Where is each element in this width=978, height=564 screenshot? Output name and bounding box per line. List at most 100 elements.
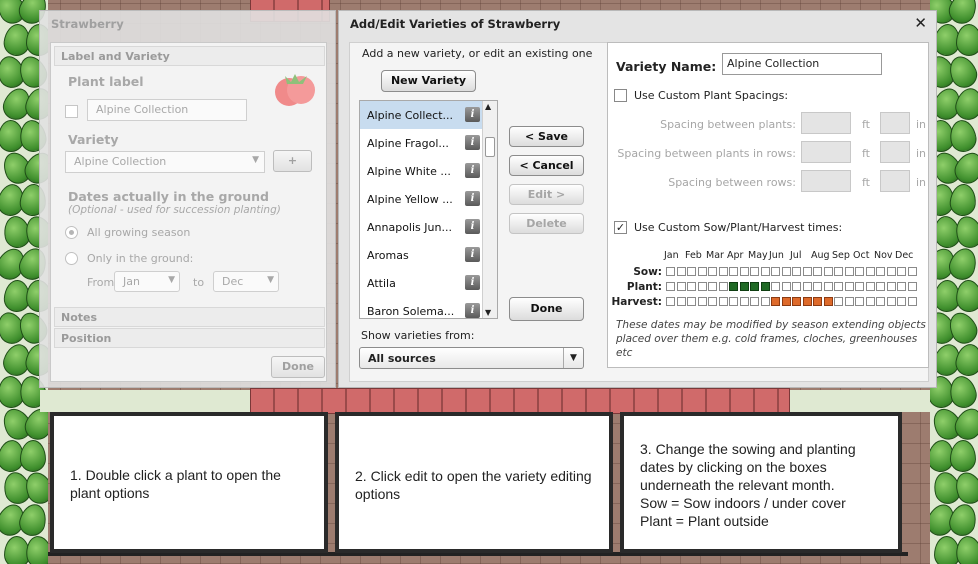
calendar-cell[interactable] <box>865 297 875 306</box>
calendar-cell[interactable] <box>886 267 896 276</box>
close-icon[interactable]: ✕ <box>914 14 927 32</box>
calendar-cell[interactable] <box>739 267 749 276</box>
calendar-cell[interactable] <box>813 297 822 306</box>
info-icon[interactable]: i <box>465 107 480 122</box>
info-icon[interactable]: i <box>465 247 480 262</box>
calendar-cell[interactable] <box>865 267 875 276</box>
variety-list-scrollbar[interactable]: ▲ ▼ <box>482 101 497 318</box>
calendar-cell[interactable] <box>739 297 749 306</box>
calendar-cell[interactable] <box>823 282 833 291</box>
plant-label-checkbox[interactable] <box>65 105 78 118</box>
spacing-ft-input[interactable] <box>801 170 851 192</box>
spacing-in-input[interactable] <box>880 170 910 192</box>
calendar-cell[interactable] <box>729 297 738 306</box>
calendar-cell[interactable] <box>834 267 843 276</box>
to-month-select[interactable]: Dec ▼ <box>213 271 279 292</box>
calendar-cell[interactable] <box>876 267 885 276</box>
list-item[interactable]: Attila i <box>360 269 482 297</box>
plant-done-button[interactable]: Done <box>271 356 325 378</box>
calendar-cell[interactable] <box>729 267 738 276</box>
calendar-cell[interactable] <box>876 282 885 291</box>
calendar-cell[interactable] <box>781 297 791 306</box>
delete-button[interactable]: Delete <box>509 213 584 234</box>
info-icon[interactable]: i <box>465 275 480 290</box>
calendar-cell[interactable] <box>739 282 749 291</box>
variety-select[interactable]: Alpine Collection ▼ <box>65 151 265 173</box>
scroll-thumb[interactable] <box>485 137 495 157</box>
calendar-cell[interactable] <box>781 282 791 291</box>
calendar-cell[interactable] <box>855 297 864 306</box>
calendar-cell[interactable] <box>760 267 770 276</box>
calendar-cell[interactable] <box>760 297 770 306</box>
list-item[interactable]: Alpine White ... i <box>360 157 482 185</box>
list-item[interactable]: Annapolis Jun... i <box>360 213 482 241</box>
calendar-cell[interactable] <box>792 267 801 276</box>
section-notes[interactable]: Notes <box>54 307 325 327</box>
calendar-cell[interactable] <box>771 282 780 291</box>
calendar-cell[interactable] <box>907 282 917 291</box>
calendar-cell[interactable] <box>760 282 770 291</box>
calendar-cell[interactable] <box>771 267 780 276</box>
calendar-cell[interactable] <box>697 267 707 276</box>
calendar-cell[interactable] <box>844 267 854 276</box>
calendar-cell[interactable] <box>876 297 885 306</box>
calendar-cell[interactable] <box>718 267 728 276</box>
calendar-cell[interactable] <box>855 267 864 276</box>
calendar-cell[interactable] <box>708 297 717 306</box>
calendar-cell[interactable] <box>813 267 822 276</box>
scroll-down-icon[interactable]: ▼ <box>485 308 491 317</box>
calendar-cell[interactable] <box>834 282 843 291</box>
calendar-cell[interactable] <box>666 267 675 276</box>
radio-all-season[interactable] <box>65 226 78 239</box>
calendar-cell[interactable] <box>823 297 833 306</box>
new-variety-button[interactable]: New Variety <box>381 70 476 92</box>
calendar-cell[interactable] <box>802 267 812 276</box>
calendar-cell[interactable] <box>834 297 843 306</box>
info-icon[interactable]: i <box>465 135 480 150</box>
calendar-cell[interactable] <box>750 297 759 306</box>
list-item[interactable]: Alpine Yellow ... i <box>360 185 482 213</box>
calendar-cell[interactable] <box>729 282 738 291</box>
calendar-cell[interactable] <box>666 282 675 291</box>
variety-list[interactable]: Alpine Collect... i Alpine Fragol... i Alp… <box>359 100 498 319</box>
calendar-cell[interactable] <box>708 282 717 291</box>
calendar-cell[interactable] <box>907 297 917 306</box>
calendar-cell[interactable] <box>718 282 728 291</box>
calendar-cell[interactable] <box>855 282 864 291</box>
save-button[interactable]: < Save <box>509 126 584 147</box>
calendar-cell[interactable] <box>687 267 696 276</box>
calendar-cell[interactable] <box>666 297 675 306</box>
calendar-cell[interactable] <box>676 267 686 276</box>
variety-name-input[interactable]: Alpine Collection <box>722 53 882 75</box>
calendar-cell[interactable] <box>750 282 759 291</box>
calendar-cell[interactable] <box>792 297 801 306</box>
calendar-cell[interactable] <box>897 282 906 291</box>
info-icon[interactable]: i <box>465 163 480 178</box>
calendar-cell[interactable] <box>687 297 696 306</box>
calendar-cell[interactable] <box>687 282 696 291</box>
spacing-ft-input[interactable] <box>801 141 851 163</box>
calendar-cell[interactable] <box>907 267 917 276</box>
add-variety-button[interactable]: + <box>273 150 312 172</box>
list-item[interactable]: Baron Solema... i <box>360 297 482 318</box>
spacing-in-input[interactable] <box>880 141 910 163</box>
calendar-cell[interactable] <box>697 282 707 291</box>
show-varieties-select[interactable]: All sources ▼ <box>359 347 584 369</box>
calendar-cell[interactable] <box>781 267 791 276</box>
calendar-cell[interactable] <box>802 282 812 291</box>
calendar-cell[interactable] <box>823 267 833 276</box>
info-icon[interactable]: i <box>465 303 480 318</box>
info-icon[interactable]: i <box>465 219 480 234</box>
scroll-up-icon[interactable]: ▲ <box>485 102 491 111</box>
spacing-in-input[interactable] <box>880 112 910 134</box>
calendar-cell[interactable] <box>708 267 717 276</box>
from-month-select[interactable]: Jan ▼ <box>114 271 180 292</box>
calendar-cell[interactable] <box>886 297 896 306</box>
calendar-cell[interactable] <box>844 297 854 306</box>
section-label-variety[interactable]: Label and Variety <box>54 46 325 66</box>
spacing-ft-input[interactable] <box>801 112 851 134</box>
plant-label-input[interactable]: Alpine Collection <box>87 99 247 121</box>
list-item[interactable]: Aromas i <box>360 241 482 269</box>
custom-spacings-checkbox[interactable] <box>614 89 627 102</box>
calendar-cell[interactable] <box>813 282 822 291</box>
